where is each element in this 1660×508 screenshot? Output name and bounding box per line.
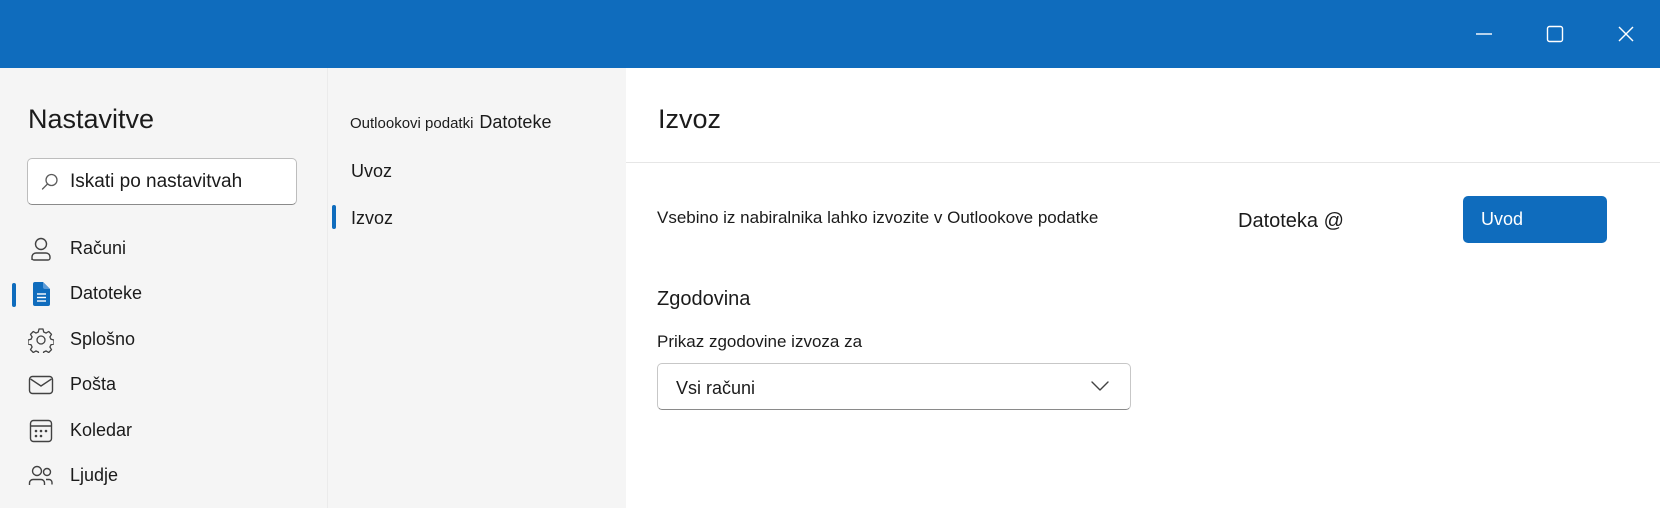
subnav-item-export[interactable]: Izvoz — [328, 198, 627, 238]
chevron-down-icon — [1091, 381, 1109, 391]
sidebar-item-label: Pošta — [70, 374, 117, 394]
sidebar-item-files[interactable]: Datoteke — [0, 272, 327, 316]
maximize-button[interactable] — [1533, 14, 1577, 54]
sidebar-title: Nastavitve — [28, 104, 155, 134]
document-icon — [33, 282, 50, 306]
selection-indicator — [12, 283, 16, 307]
title-bar — [0, 0, 1660, 68]
minimize-button[interactable] — [1462, 14, 1506, 54]
history-filter-label: Prikaz zgodovine izvoza za — [657, 332, 863, 351]
settings-search[interactable] — [27, 158, 297, 205]
subnav-heading: Outlookovi podatki Datoteke — [350, 112, 551, 133]
sidebar-item-label: Splošno — [70, 329, 136, 349]
mail-icon — [28, 375, 54, 395]
search-icon — [41, 173, 58, 190]
export-description: Vsebino iz nabiralnika lahko izvozite v … — [657, 208, 1099, 227]
settings-sidebar: Nastavitve Računi Datoteke Splošno — [0, 68, 327, 508]
subnav-item-import[interactable]: Uvoz — [328, 151, 627, 191]
people-icon — [28, 465, 53, 485]
sidebar-item-calendar[interactable]: Koledar — [0, 409, 327, 453]
sidebar-item-accounts[interactable]: Računi — [0, 227, 327, 271]
sidebar-item-label: Računi — [70, 238, 127, 258]
file-label: Datoteka @ — [1238, 210, 1344, 232]
selection-indicator — [332, 205, 336, 229]
history-section-title: Zgodovina — [657, 288, 751, 310]
history-account-dropdown[interactable]: Vsi računi — [657, 363, 1131, 410]
close-button[interactable] — [1604, 14, 1648, 54]
export-panel: Izvoz Vsebino iz nabiralnika lahko izvoz… — [626, 68, 1660, 508]
sidebar-item-label: Koledar — [70, 420, 133, 440]
search-input[interactable] — [70, 169, 290, 195]
subnav-heading-small: Outlookovi podatki — [350, 115, 474, 132]
sidebar-item-general[interactable]: Splošno — [0, 318, 327, 362]
sidebar-item-people[interactable]: Ljudje — [0, 454, 327, 498]
sidebar-item-mail[interactable]: Pošta — [0, 363, 327, 407]
export-start-button[interactable]: Uvod — [1463, 196, 1607, 243]
header-divider — [626, 162, 1660, 163]
dropdown-selected-value: Vsi računi — [676, 378, 756, 398]
gear-icon — [28, 328, 54, 353]
maximize-icon — [1546, 25, 1564, 43]
calendar-icon — [29, 419, 53, 443]
subnav-item-label: Uvoz — [351, 161, 393, 181]
sidebar-item-label: Datoteke — [70, 283, 143, 303]
person-icon — [31, 237, 51, 261]
sidebar-item-label: Ljudje — [70, 465, 119, 485]
minimize-icon — [1476, 33, 1492, 35]
subnav-heading-big: Datoteke — [479, 112, 552, 132]
files-subnav: Outlookovi podatki Datoteke Uvoz Izvoz — [327, 68, 626, 508]
subnav-item-label: Izvoz — [351, 208, 394, 228]
page-title: Izvoz — [658, 104, 722, 134]
close-icon — [1618, 26, 1634, 42]
